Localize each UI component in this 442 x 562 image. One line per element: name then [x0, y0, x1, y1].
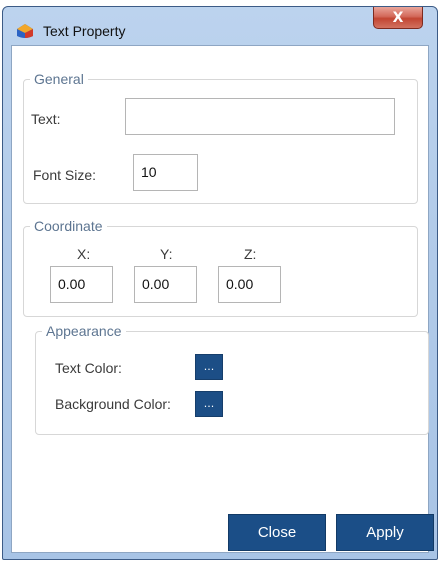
coordinate-legend: Coordinate [30, 218, 107, 234]
font-size-label: Font Size: [33, 167, 97, 183]
text-input[interactable] [125, 98, 395, 135]
title-bar[interactable]: Text Property X [3, 7, 437, 45]
coordinate-group: Coordinate X: Y: Z: 0.00 0.00 0.00 [23, 218, 418, 317]
dialog-content: General Text: Font Size: 10 Coordinate X… [11, 45, 434, 553]
app-icon [17, 24, 33, 38]
appearance-group: Appearance Text Color: ... Background Co… [35, 323, 429, 435]
general-legend: General [30, 71, 88, 87]
x-input[interactable]: 0.00 [50, 266, 113, 303]
dialog-window: Text Property X General Text: Font Size:… [2, 6, 438, 560]
z-label: Z: [244, 246, 257, 262]
text-color-label: Text Color: [55, 360, 122, 376]
background-color-label: Background Color: [55, 396, 171, 412]
close-window-button[interactable]: X [373, 7, 423, 29]
text-color-button[interactable]: ... [195, 354, 223, 380]
general-group: General Text: Font Size: 10 [23, 71, 418, 204]
x-label: X: [77, 246, 91, 262]
y-input[interactable]: 0.00 [134, 266, 197, 303]
appearance-legend: Appearance [42, 323, 126, 339]
window-title: Text Property [43, 23, 126, 39]
z-input[interactable]: 0.00 [218, 266, 281, 303]
apply-button[interactable]: Apply [336, 514, 434, 551]
font-size-input[interactable]: 10 [133, 154, 198, 191]
y-label: Y: [160, 246, 173, 262]
close-button[interactable]: Close [228, 514, 326, 551]
close-icon: X [392, 9, 404, 26]
text-label: Text: [31, 111, 61, 127]
background-color-button[interactable]: ... [195, 391, 223, 417]
